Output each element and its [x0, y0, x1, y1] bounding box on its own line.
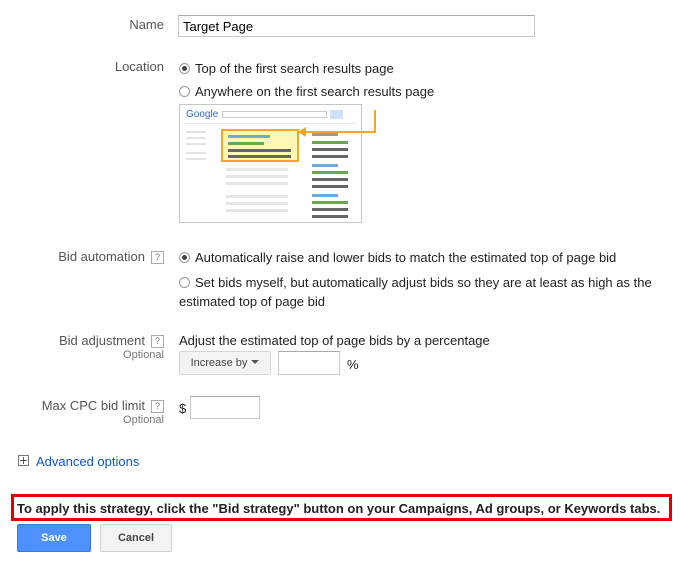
- bid-adjustment-label-text: Bid adjustment: [59, 333, 145, 348]
- bid-automation-option-auto-label: Automatically raise and lower bids to ma…: [195, 250, 617, 265]
- right-ad-text-bar: [312, 215, 348, 218]
- right-ad-title-bar: [312, 194, 338, 197]
- increase-by-dropdown-label: Increase by: [190, 357, 248, 369]
- ad-url-bar: [228, 142, 264, 145]
- advanced-options-link[interactable]: Advanced options: [36, 454, 139, 469]
- highlighted-top-ad: [221, 129, 299, 162]
- bid-automation-label-text: Bid automation: [58, 249, 145, 264]
- result-bar: [226, 209, 288, 212]
- max-cpc-label-text: Max CPC bid limit: [41, 398, 145, 413]
- chevron-down-icon: [251, 360, 260, 364]
- percent-unit: %: [347, 357, 359, 372]
- google-logo: Google: [186, 109, 219, 120]
- result-bar: [226, 202, 288, 205]
- currency-symbol: $: [179, 401, 187, 416]
- save-button[interactable]: Save: [17, 524, 91, 552]
- right-ad-text-bar: [312, 185, 348, 188]
- location-label: Location: [114, 59, 164, 74]
- help-icon[interactable]: ?: [151, 400, 164, 413]
- radio-unselected-icon[interactable]: [179, 86, 190, 97]
- nav-line: [186, 137, 206, 139]
- location-option-top[interactable]: Top of the first search results page: [179, 61, 394, 76]
- advanced-options-toggle[interactable]: Advanced options: [18, 454, 139, 469]
- cancel-button[interactable]: Cancel: [100, 524, 172, 552]
- radio-unselected-icon[interactable]: [179, 277, 190, 288]
- bid-adjustment-label: Bid adjustment?: [0, 333, 164, 348]
- help-icon[interactable]: ?: [151, 335, 164, 348]
- nav-line: [186, 143, 206, 145]
- bid-automation-label: Bid automation?: [0, 249, 164, 264]
- increase-by-dropdown[interactable]: Increase by: [179, 351, 271, 375]
- result-bar: [226, 175, 288, 178]
- bid-automation-option-manual-line1: Set bids myself, but automatically adjus…: [195, 275, 652, 290]
- right-ad-text-bar: [312, 155, 348, 158]
- radio-selected-icon[interactable]: [179, 252, 190, 263]
- strategy-notice: To apply this strategy, click the "Bid s…: [11, 494, 672, 521]
- right-ad-text-bar: [312, 178, 348, 181]
- bid-automation-option-manual-line2: estimated top of page bid: [179, 294, 325, 309]
- orange-arrow-icon: [298, 110, 376, 137]
- nav-line: [186, 158, 206, 160]
- ad-text-bar: [228, 149, 291, 152]
- right-ad-url-bar: [312, 171, 348, 174]
- location-option-anywhere[interactable]: Anywhere on the first search results pag…: [179, 84, 434, 99]
- ad-title-bar: [228, 135, 270, 138]
- max-cpc-input[interactable]: [190, 396, 260, 419]
- right-ad-text-bar: [312, 208, 348, 211]
- bid-automation-option-manual[interactable]: Set bids myself, but automatically adjus…: [179, 273, 679, 311]
- right-ad-text-bar: [312, 148, 348, 151]
- result-bar: [226, 168, 288, 171]
- expand-icon[interactable]: [18, 455, 29, 466]
- bid-adjustment-percent-input[interactable]: [278, 351, 340, 375]
- help-icon[interactable]: ?: [151, 251, 164, 264]
- result-bar: [226, 195, 288, 198]
- bid-adjustment-optional: Optional: [123, 349, 164, 361]
- right-ad-url-bar: [312, 201, 348, 204]
- nav-line: [186, 131, 206, 133]
- name-input[interactable]: [178, 15, 535, 37]
- nav-line: [186, 152, 206, 154]
- max-cpc-optional: Optional: [123, 414, 164, 426]
- location-option-anywhere-label: Anywhere on the first search results pag…: [195, 84, 435, 99]
- bid-adjustment-description: Adjust the estimated top of page bids by…: [179, 333, 490, 348]
- location-option-top-label: Top of the first search results page: [195, 61, 394, 76]
- result-bar: [226, 182, 288, 185]
- bid-automation-option-auto[interactable]: Automatically raise and lower bids to ma…: [179, 250, 616, 265]
- max-cpc-label: Max CPC bid limit?: [0, 398, 164, 413]
- radio-selected-icon[interactable]: [179, 63, 190, 74]
- ad-text-bar: [228, 155, 291, 158]
- name-label: Name: [129, 17, 164, 32]
- right-ad-title-bar: [312, 164, 338, 167]
